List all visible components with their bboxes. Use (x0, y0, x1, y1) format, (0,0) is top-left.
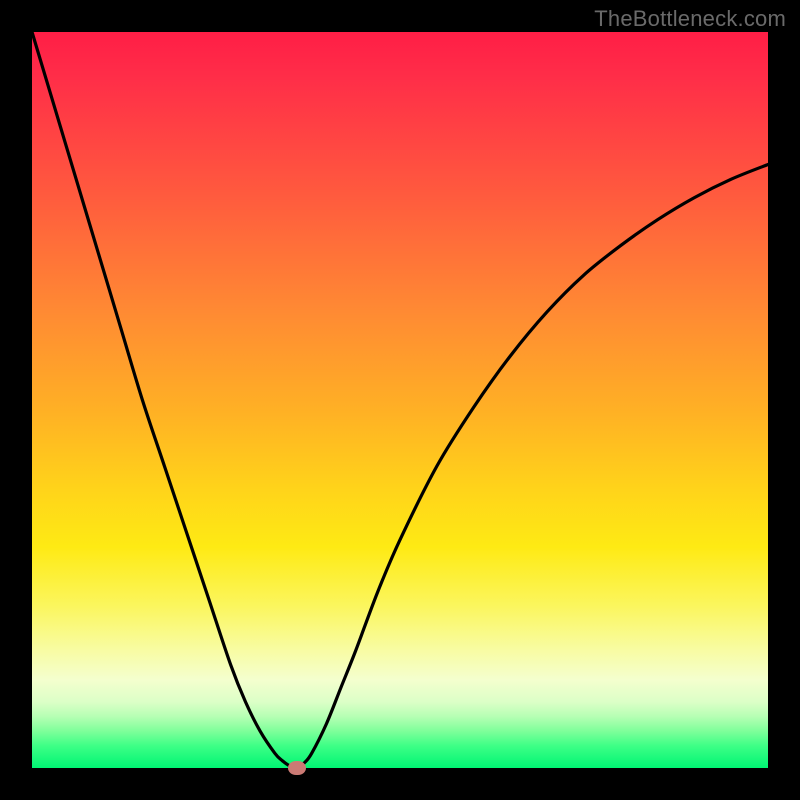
watermark-text: TheBottleneck.com (594, 6, 786, 32)
plot-area (32, 32, 768, 768)
optimal-point-marker (288, 761, 306, 775)
chart-frame: TheBottleneck.com (0, 0, 800, 800)
bottleneck-curve (32, 32, 768, 768)
